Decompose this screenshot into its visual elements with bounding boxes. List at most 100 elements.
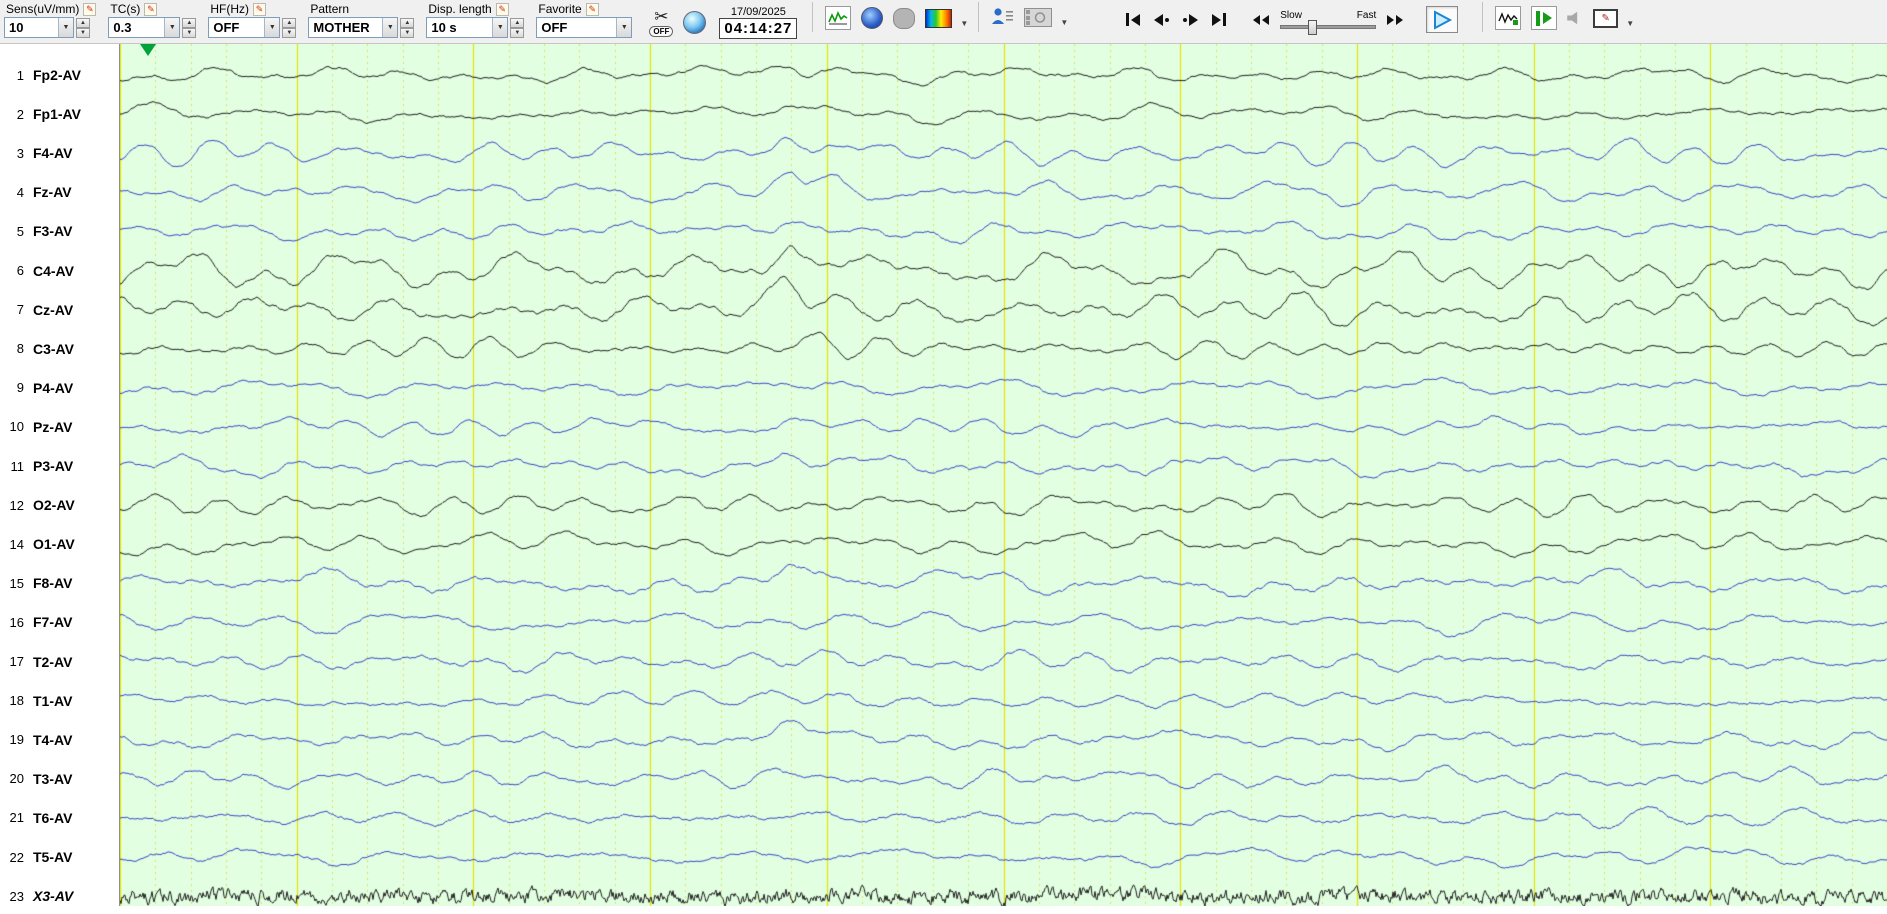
channel-label: T3-AV xyxy=(33,770,73,787)
tc-spin-down-icon[interactable]: ▼ xyxy=(182,27,197,38)
wave-check-button[interactable] xyxy=(825,6,852,30)
disp-length-spin-up-icon[interactable]: ▲ xyxy=(510,17,525,28)
channel-number: 10 xyxy=(9,419,24,435)
disp-length-spin-down-icon[interactable]: ▼ xyxy=(510,27,525,38)
gray-map-button[interactable] xyxy=(893,7,916,29)
pattern-combo-arrow-icon[interactable]: ▼ xyxy=(382,18,398,37)
live-wave-button[interactable] xyxy=(1531,6,1558,30)
favorite-control: Favorite ✎ OFF ▼ xyxy=(536,2,633,38)
channel-number: 21 xyxy=(9,810,24,826)
channel-number: 5 xyxy=(16,223,24,239)
channel-row[interactable]: 20 T3-AV xyxy=(0,770,120,788)
channel-number: 4 xyxy=(16,184,24,200)
map-button[interactable] xyxy=(683,11,707,34)
skip-to-start-button[interactable] xyxy=(1126,13,1141,26)
channel-label: T1-AV xyxy=(33,692,73,709)
patient-info-button[interactable] xyxy=(991,6,1014,29)
live-wave-icon xyxy=(1536,10,1553,26)
hf-edit-icon[interactable]: ✎ xyxy=(253,2,267,16)
channel-row[interactable]: 11 P3-AV xyxy=(0,457,120,475)
pattern-spin-up-icon[interactable]: ▲ xyxy=(400,17,415,28)
tc-spin-up-icon[interactable]: ▲ xyxy=(182,17,197,28)
channel-row[interactable]: 3 F4-AV xyxy=(0,144,120,162)
sens-edit-icon[interactable]: ✎ xyxy=(83,2,97,16)
tc-combobox[interactable]: 0.3 ▼ xyxy=(108,17,181,38)
channel-row[interactable]: 21 T6-AV xyxy=(0,809,120,827)
disp-length-edit-icon[interactable]: ✎ xyxy=(495,2,509,16)
hf-combobox[interactable]: OFF ▼ xyxy=(208,17,281,38)
speed-slider-thumb[interactable] xyxy=(1307,20,1317,35)
step-forward-button[interactable] xyxy=(1183,13,1199,26)
sens-spin-up-icon[interactable]: ▲ xyxy=(76,17,90,28)
channel-row[interactable]: 9 P4-AV xyxy=(0,379,120,397)
video-button[interactable] xyxy=(1024,8,1053,27)
play-button[interactable] xyxy=(1426,6,1459,33)
favorite-combobox[interactable]: OFF ▼ xyxy=(536,17,633,38)
channel-row[interactable]: 16 F7-AV xyxy=(0,613,120,631)
hf-spin-up-icon[interactable]: ▲ xyxy=(282,17,297,28)
channel-row[interactable]: 5 F3-AV xyxy=(0,222,120,240)
position-marker[interactable] xyxy=(140,44,156,56)
skip-to-end-button[interactable] xyxy=(1212,13,1227,26)
channel-label: Fp2-AV xyxy=(33,67,81,83)
speed-slider-track[interactable] xyxy=(1280,20,1377,35)
channel-number: 6 xyxy=(16,263,24,278)
cut-button[interactable]: ✂ OFF xyxy=(649,8,674,37)
channel-row[interactable]: 18 T1-AV xyxy=(0,692,120,710)
hf-combo-arrow-icon[interactable]: ▼ xyxy=(264,18,280,37)
channel-number: 12 xyxy=(9,497,24,513)
channel-number: 8 xyxy=(16,341,24,357)
speaker-button[interactable] xyxy=(1567,11,1583,25)
tc-value: 0.3 xyxy=(113,20,132,35)
channel-row[interactable]: 2 Fp1-AV xyxy=(0,105,120,123)
disp-length-combobox[interactable]: 10 s ▼ xyxy=(426,17,509,38)
pattern-combobox[interactable]: MOTHER ▼ xyxy=(308,17,399,38)
channel-row[interactable]: 7 Cz-AV xyxy=(0,301,120,319)
review-monitor-button[interactable]: ✎ xyxy=(1593,8,1619,28)
channel-row[interactable]: 1 Fp2-AV xyxy=(0,66,120,84)
channel-row[interactable]: 19 T4-AV xyxy=(0,731,120,749)
pattern-spin-down-icon[interactable]: ▼ xyxy=(400,27,415,38)
channel-row[interactable]: 10 Pz-AV xyxy=(0,418,120,436)
wave-mode-button[interactable] xyxy=(1495,6,1522,30)
topo-map-icon xyxy=(861,7,884,29)
sens-spin-down-icon[interactable]: ▼ xyxy=(76,27,90,38)
video-caret-icon[interactable]: ▼ xyxy=(1060,18,1068,29)
disp-length-spinner: ▲ ▼ xyxy=(510,17,525,38)
analysis-caret-icon[interactable]: ▼ xyxy=(960,19,968,30)
wave-check-icon xyxy=(828,11,848,25)
channel-row[interactable]: 14 O1-AV xyxy=(0,535,120,553)
rewind-button[interactable] xyxy=(1253,14,1270,25)
eeg-canvas[interactable] xyxy=(120,44,1887,906)
channel-row[interactable]: 15 F8-AV xyxy=(0,574,120,592)
play-icon xyxy=(1434,9,1453,30)
channel-row[interactable]: 6 C4-AV xyxy=(0,262,120,280)
channel-row[interactable]: 4 Fz-AV xyxy=(0,183,120,201)
tc-combo-arrow-icon[interactable]: ▼ xyxy=(164,18,180,37)
channel-label: C4-AV xyxy=(33,262,74,279)
channel-label: F8-AV xyxy=(33,575,73,592)
sens-combobox[interactable]: 10 ▼ xyxy=(4,17,74,38)
sens-value: 10 xyxy=(9,20,24,35)
favorite-combo-arrow-icon[interactable]: ▼ xyxy=(616,18,632,37)
channel-row[interactable]: 12 O2-AV xyxy=(0,496,120,514)
step-back-button[interactable] xyxy=(1154,13,1170,26)
channel-number: 15 xyxy=(9,575,24,591)
hf-spin-down-icon[interactable]: ▼ xyxy=(282,27,297,38)
channel-row[interactable]: 17 T2-AV xyxy=(0,653,120,671)
favorite-edit-icon[interactable]: ✎ xyxy=(585,2,599,16)
right-tools-caret-icon[interactable]: ▼ xyxy=(1626,19,1634,30)
disp-length-combo-arrow-icon[interactable]: ▼ xyxy=(492,18,508,37)
rewind-icon xyxy=(1253,14,1261,25)
channel-label: O2-AV xyxy=(33,497,75,514)
channel-row[interactable]: 8 C3-AV xyxy=(0,340,120,358)
right-tools-group: ✎ ▼ xyxy=(1490,6,1637,30)
topo-map-button[interactable] xyxy=(861,7,884,29)
channel-row[interactable]: 22 T5-AV xyxy=(0,848,120,866)
sens-combo-arrow-icon[interactable]: ▼ xyxy=(58,18,73,37)
fast-forward-button[interactable] xyxy=(1387,14,1404,25)
tc-edit-icon[interactable]: ✎ xyxy=(144,2,158,16)
spectrum-button[interactable] xyxy=(925,8,953,28)
tc-spinner: ▲ ▼ xyxy=(182,17,197,38)
channel-row[interactable]: 23 X3-AV xyxy=(0,887,120,905)
